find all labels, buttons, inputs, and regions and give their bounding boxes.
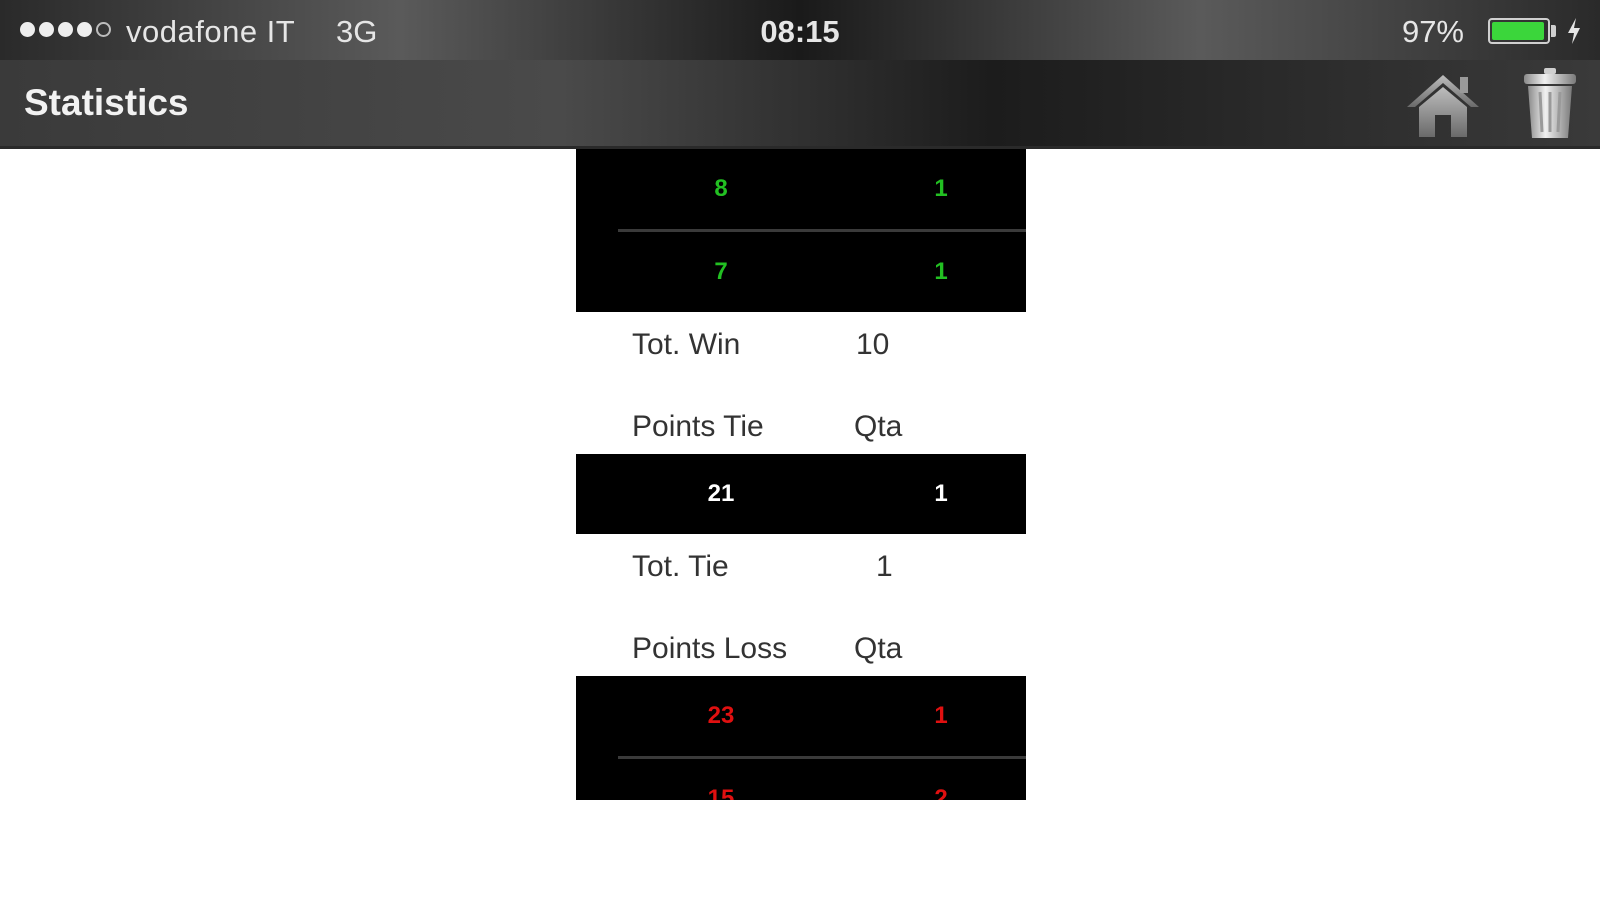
total-tie-label: Tot. Tie xyxy=(632,550,729,583)
loss-points: 23 xyxy=(707,702,735,729)
battery-fill xyxy=(1492,22,1545,40)
trash-button[interactable] xyxy=(1510,68,1590,140)
loss-header-row: Points Loss Qta xyxy=(576,606,1026,676)
status-time: 08:15 xyxy=(760,14,840,49)
table-row: 7 1 xyxy=(576,232,1026,312)
table-row: 21 1 xyxy=(576,454,1026,534)
trash-icon xyxy=(1524,68,1576,138)
points-loss-header: Points Loss xyxy=(632,632,788,665)
win-qta: 1 xyxy=(934,175,948,202)
qta-header: Qta xyxy=(854,632,903,665)
home-button[interactable] xyxy=(1398,68,1488,140)
table-row: 23 1 xyxy=(576,676,1026,756)
navigation-bar: Statistics xyxy=(0,60,1600,149)
tie-points: 21 xyxy=(707,480,735,507)
wins-table: 8 1 7 1 xyxy=(576,149,1026,312)
total-win-row: Tot. Win 10 xyxy=(576,312,1026,384)
total-win-label: Tot. Win xyxy=(632,328,741,361)
win-points: 7 xyxy=(714,258,728,285)
total-tie-row: Tot. Tie 1 xyxy=(576,534,1026,606)
tie-header-row: Points Tie Qta xyxy=(576,384,1026,454)
win-qta: 1 xyxy=(934,258,948,285)
tie-qta: 1 xyxy=(934,480,948,507)
table-row: 15 2 xyxy=(576,759,1026,800)
status-bar: vodafone IT 3G 08:15 97% xyxy=(0,0,1600,60)
statistics-content: 8 1 7 1 Tot. Win 10 Points Tie Qta 21 1 … xyxy=(576,149,1026,800)
points-tie-header: Points Tie xyxy=(632,410,764,443)
loss-points: 15 xyxy=(707,785,735,800)
win-points: 8 xyxy=(714,175,728,202)
total-tie-value: 1 xyxy=(876,550,893,583)
charging-icon xyxy=(1568,18,1580,44)
home-icon xyxy=(1407,75,1479,137)
ties-table: 21 1 xyxy=(576,454,1026,534)
page-title: Statistics xyxy=(24,82,189,123)
loss-qta: 1 xyxy=(934,702,948,729)
battery-percent: 97% xyxy=(1401,14,1464,49)
battery-tip xyxy=(1551,25,1556,37)
table-row: 8 1 xyxy=(576,149,1026,229)
qta-header: Qta xyxy=(854,410,903,443)
battery-icon xyxy=(1488,18,1550,44)
loss-qta: 2 xyxy=(934,785,948,800)
losses-table[interactable]: 23 1 15 2 xyxy=(576,676,1026,800)
total-win-value: 10 xyxy=(856,328,890,361)
